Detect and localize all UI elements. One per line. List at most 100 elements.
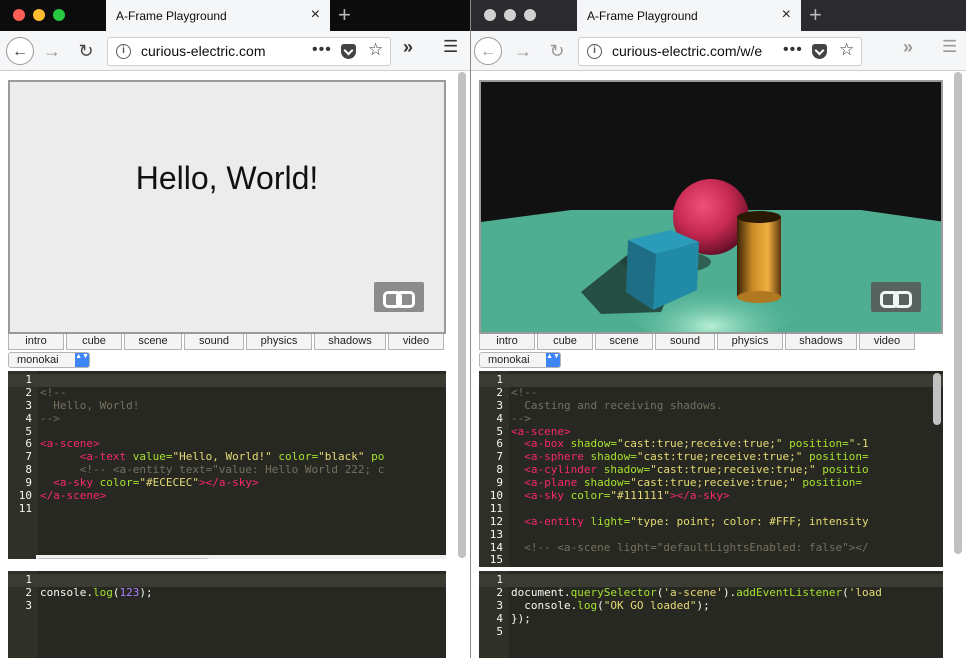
theme-select[interactable]: monokai ▲▼ <box>8 352 90 368</box>
code-line[interactable]: 1 <box>479 373 943 387</box>
code-line[interactable]: 4 --> <box>8 412 446 426</box>
forward-icon[interactable]: → <box>509 37 537 65</box>
aframe-scene[interactable] <box>479 80 943 334</box>
pocket-icon[interactable] <box>812 44 827 59</box>
demo-tab-physics[interactable]: physics <box>246 334 312 350</box>
info-icon[interactable]: i <box>587 44 602 59</box>
tab-close-icon[interactable]: × <box>311 6 320 24</box>
demo-tab-cube[interactable]: cube <box>66 334 122 350</box>
line-number: 2 <box>496 585 503 599</box>
theme-select[interactable]: monokai ▲▼ <box>479 352 561 368</box>
new-tab-icon[interactable]: + <box>809 3 822 27</box>
html-editor[interactable]: 1 2 <!-- 3 Hello, World! 4 --> 5 6 <a-scene> 7 <a… <box>8 371 446 559</box>
url-text[interactable]: curious-electric.com/w/e <box>612 43 762 59</box>
demo-tab-shadows[interactable]: shadows <box>785 334 857 350</box>
code-line[interactable]: 14 <!-- <a-scene light="defaultLightsEna… <box>479 541 943 555</box>
page-vertical-scrollbar[interactable] <box>954 72 962 554</box>
vr-headset-icon[interactable] <box>871 282 921 312</box>
back-icon[interactable]: ← <box>6 37 34 65</box>
js-editor[interactable]: 1 2 console.log(123); 3 <box>8 571 446 658</box>
page-vertical-scrollbar[interactable] <box>458 72 466 558</box>
overflow-icon[interactable]: » <box>403 37 413 58</box>
code-token: shadow= <box>570 437 617 451</box>
browser-tab[interactable]: A-Frame Playground × <box>577 0 801 31</box>
code-line[interactable]: 3 console.log("OK GO loaded"); <box>479 598 943 613</box>
line-number: 1 <box>25 573 32 586</box>
demo-tab-intro[interactable]: intro <box>8 334 64 350</box>
code-line[interactable]: 11 <box>8 502 446 516</box>
overflow-icon[interactable]: » <box>903 37 913 58</box>
vr-headset-icon[interactable] <box>374 282 424 312</box>
line-number: 13 <box>489 527 503 541</box>
code-token: ></a-sky> <box>669 489 730 503</box>
aframe-scene[interactable]: Hello, World! <box>8 80 446 334</box>
code-token: color= <box>271 450 319 464</box>
tab-close-icon[interactable]: × <box>782 6 791 24</box>
code-text: console.log(123); <box>40 586 153 600</box>
code-text: <!-- <a-scene light="defaultLightsEnable… <box>511 541 868 555</box>
line-number: 4 <box>496 411 503 425</box>
demo-tab-intro[interactable]: intro <box>479 334 535 350</box>
reload-icon[interactable]: ↻ <box>72 37 100 65</box>
js-code[interactable]: 1 2 console.log(123); 3 <box>8 573 446 613</box>
code-line[interactable]: 2 console.log(123); <box>8 586 446 600</box>
zoom-window-icon[interactable] <box>524 9 536 21</box>
code-line[interactable]: 1 <box>8 373 446 387</box>
demo-tab-sound[interactable]: sound <box>655 334 715 350</box>
demo-tab-video[interactable]: video <box>388 334 444 350</box>
back-icon[interactable]: ← <box>474 37 502 65</box>
demo-tab-scene[interactable]: scene <box>124 334 182 350</box>
code-token: <a-entity <box>511 514 591 528</box>
url-bar[interactable]: i curious-electric.com ••• ☆ <box>107 37 391 66</box>
demo-tab-shadows[interactable]: shadows <box>314 334 386 350</box>
code-line[interactable]: 3 Casting and receiving shadows. <box>479 399 943 413</box>
code-token: addEventListener <box>736 585 843 599</box>
demo-tab-physics[interactable]: physics <box>717 334 783 350</box>
code-line[interactable]: 12 <a-entity light="type: point; color: … <box>479 514 943 529</box>
new-tab-icon[interactable]: + <box>338 3 351 27</box>
code-line[interactable]: 15 <box>479 554 943 567</box>
code-line[interactable]: 3 <box>8 599 446 613</box>
code-token: <a-sphere <box>511 450 591 464</box>
demo-tab-sound[interactable]: sound <box>184 334 244 350</box>
html-code[interactable]: 1 2 <!-- 3 Casting and receiving shadows. 4-… <box>479 373 943 567</box>
html-editor[interactable]: 1 2 <!-- 3 Casting and receiving shadows. 4-… <box>479 371 943 567</box>
code-line[interactable]: 3 Hello, World! <box>8 399 446 413</box>
zoom-window-icon[interactable] <box>53 9 65 21</box>
minimize-window-icon[interactable] <box>33 9 45 21</box>
demo-tab-cube[interactable]: cube <box>537 334 593 350</box>
line-number: 2 <box>25 385 32 399</box>
code-line[interactable]: 10 </a-scene> <box>8 489 446 503</box>
reload-icon[interactable]: ↻ <box>543 37 571 65</box>
browser-tab[interactable]: A-Frame Playground × <box>106 0 330 31</box>
code-line[interactable]: 10 <a-sky color="#111111"></a-sky> <box>479 489 943 503</box>
menu-icon[interactable]: ☰ <box>443 37 458 57</box>
html-code[interactable]: 1 2 <!-- 3 Hello, World! 4 --> 5 6 <a-scene> 7 <a… <box>8 373 446 516</box>
page-actions-icon[interactable]: ••• <box>312 41 332 59</box>
pocket-icon[interactable] <box>341 44 356 59</box>
page-actions-icon[interactable]: ••• <box>783 41 803 59</box>
scene-text: Hello, World! <box>135 160 319 196</box>
horizontal-scrollbar[interactable] <box>36 555 446 559</box>
demo-tab-scene[interactable]: scene <box>595 334 653 350</box>
forward-icon[interactable]: → <box>38 37 66 65</box>
close-window-icon[interactable] <box>13 9 25 21</box>
close-window-icon[interactable] <box>484 9 496 21</box>
code-line[interactable]: 5 <box>479 625 943 639</box>
code-token: console. <box>511 598 578 612</box>
url-text[interactable]: curious-electric.com <box>141 43 265 59</box>
scrollbar-thumb[interactable] <box>36 558 210 559</box>
menu-icon[interactable]: ☰ <box>942 37 957 57</box>
info-icon[interactable]: i <box>116 44 131 59</box>
line-number: 4 <box>496 611 503 625</box>
bookmark-star-icon[interactable]: ☆ <box>839 40 854 60</box>
bookmark-star-icon[interactable]: ☆ <box>368 40 383 60</box>
nav-bar: ← → ↻ i curious-electric.com/w/e ••• ☆ »… <box>471 31 966 71</box>
code-line[interactable]: 4}); <box>479 611 943 626</box>
demo-tab-video[interactable]: video <box>859 334 915 350</box>
editor-vertical-scrollbar[interactable] <box>933 373 941 425</box>
minimize-window-icon[interactable] <box>504 9 516 21</box>
url-bar[interactable]: i curious-electric.com/w/e ••• ☆ <box>578 37 862 66</box>
js-editor[interactable]: 1 2 document.querySelector('a-scene').addE… <box>479 571 943 658</box>
js-code[interactable]: 1 2 document.querySelector('a-scene').addE… <box>479 573 943 639</box>
